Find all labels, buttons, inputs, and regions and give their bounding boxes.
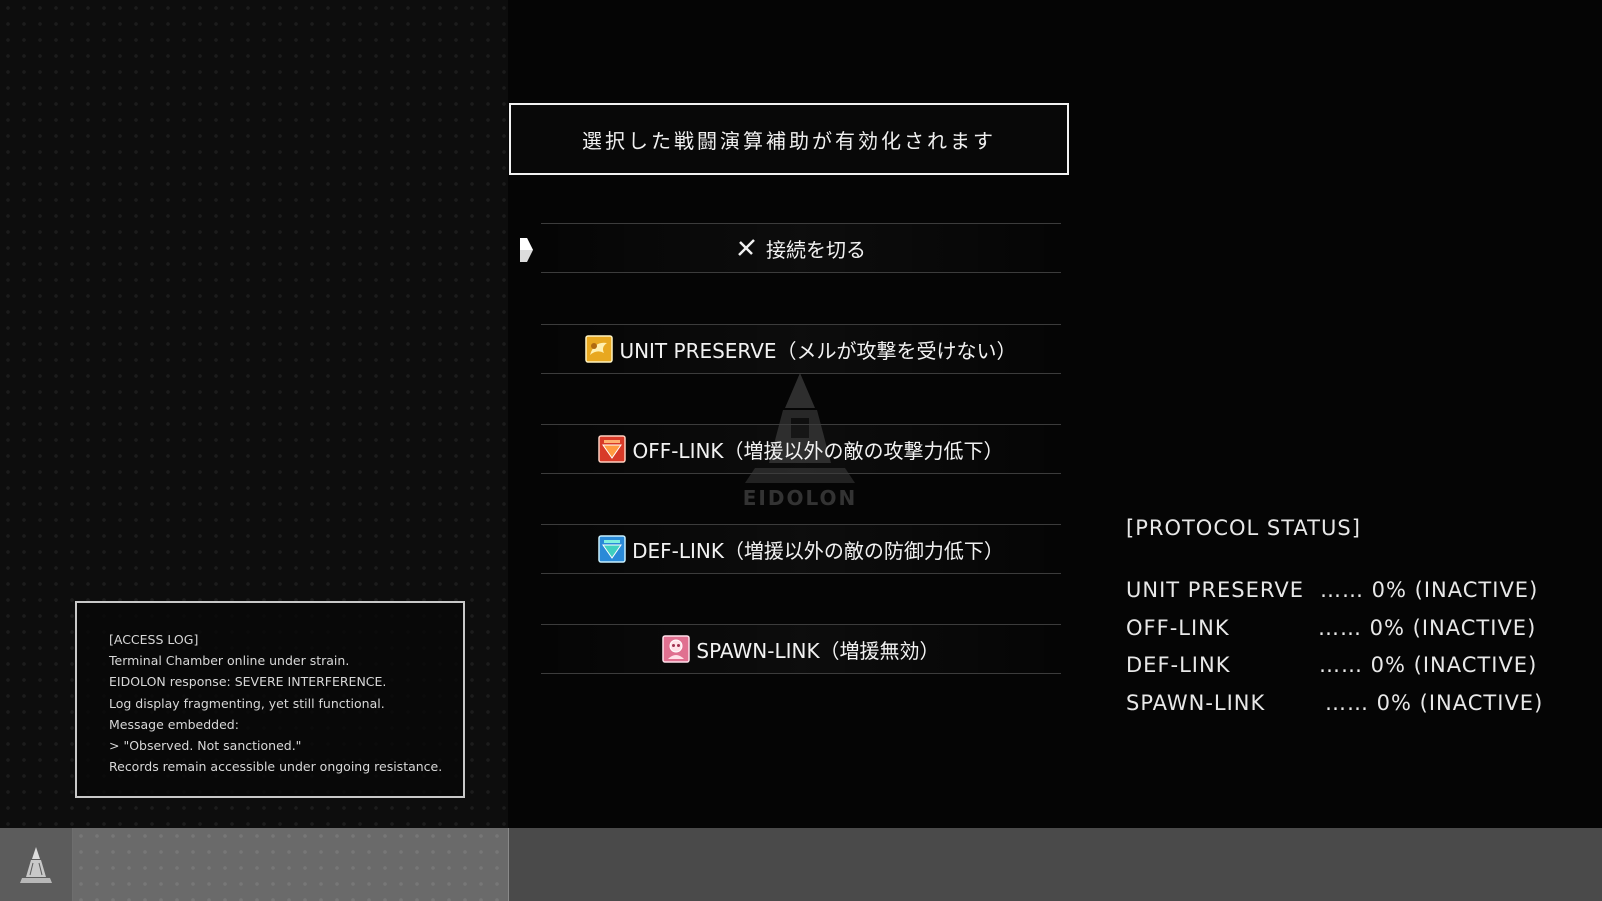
disconnect-icon [736,238,756,258]
access-log-panel: [ACCESS LOG] Terminal Chamber online und… [75,601,465,798]
protocol-name: DEF-LINK [1126,653,1231,677]
menu-item-disconnect[interactable]: 接続を切る [541,223,1061,273]
protocol-name: SPAWN-LINK [1126,691,1266,715]
menu-item-spawn-link[interactable]: SPAWN-LINK（増援無効） [541,624,1061,674]
menu-item-unit-preserve[interactable]: UNIT PRESERVE（メルが攻撃を受けない） [541,324,1061,374]
access-log-line: Records remain accessible under ongoing … [109,759,443,775]
header-message-box: 選択した戦闘演算補助が有効化されます [509,103,1069,175]
menu-item-off-link[interactable]: OFF-LINK（増援以外の敵の攻撃力低下） [541,424,1061,474]
protocol-value: …… 0% (INACTIVE) [1318,616,1537,640]
access-log-line: EIDOLON response: SEVERE INTERFERENCE. [109,674,387,690]
watermark-text: EIDOLON [742,486,858,510]
menu-item-label: DEF-LINK（増援以外の敵の防御力低下） [632,538,1004,563]
menu-item-label: UNIT PRESERVE（メルが攻撃を受けない） [619,338,1017,363]
tower-icon [20,846,52,883]
access-log-line: [ACCESS LOG] [109,632,199,647]
bottom-left-strip [73,828,509,901]
protocol-status-title: [PROTOCOL STATUS] [1126,516,1361,540]
menu-item-label: SPAWN-LINK（増援無効） [696,638,940,663]
menu-item-label: OFF-LINK（増援以外の敵の攻撃力低下） [632,438,1004,463]
protocol-value: …… 0% (INACTIVE) [1319,653,1538,677]
protocol-name: UNIT PRESERVE [1126,578,1304,602]
menu-item-def-link[interactable]: DEF-LINK（増援以外の敵の防御力低下） [541,524,1061,574]
header-message: 選択した戦闘演算補助が有効化されます [582,128,996,153]
unit-preserve-icon [585,335,614,363]
selection-cursor-icon [518,236,534,268]
access-log-line: Message embedded: [109,716,239,732]
access-log-line: Log display fragmenting, yet still funct… [109,695,385,711]
defense-down-icon [598,535,626,563]
protocol-value: …… 0% (INACTIVE) [1320,578,1539,602]
access-log-line: > "Observed. Not sanctioned." [109,738,302,754]
bottom-tower-button[interactable] [0,828,73,901]
protocol-value: …… 0% (INACTIVE) [1325,691,1544,715]
spawn-block-icon [662,635,691,663]
menu-item-label: 接続を切る [766,237,866,262]
access-log-line: Terminal Chamber online under strain. [109,653,350,669]
attack-down-icon [598,435,627,463]
protocol-name: OFF-LINK [1126,616,1230,640]
